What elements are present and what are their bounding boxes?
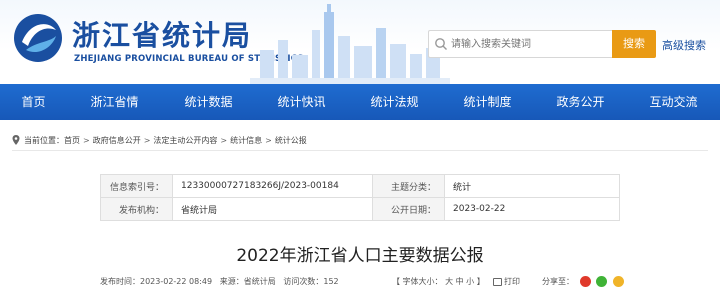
breadcrumb-divider <box>12 150 708 151</box>
breadcrumb-separator: > <box>265 135 272 145</box>
breadcrumb-item-stat-info[interactable]: 统计信息 <box>230 135 262 146</box>
nav-item-statistics-news[interactable]: 统计快讯 <box>255 84 348 120</box>
breadcrumb-separator: > <box>220 135 228 145</box>
search-button[interactable]: 搜索 <box>612 30 656 58</box>
breadcrumb-item-gov-info[interactable]: 政府信息公开 <box>93 135 141 146</box>
search-icon <box>435 38 447 50</box>
breadcrumb-item-statutory[interactable]: 法定主动公开内容 <box>153 135 217 146</box>
nav-item-statistics-system[interactable]: 统计制度 <box>441 84 534 120</box>
search-bar: 搜索 <box>428 30 656 58</box>
wechat-share-icon[interactable] <box>596 276 608 287</box>
skyline-banner <box>250 4 450 84</box>
bureau-logo-icon[interactable] <box>12 12 64 64</box>
view-count: 访问次数：152 <box>283 277 339 286</box>
advanced-search-link[interactable]: 高级搜索 <box>662 37 706 53</box>
search-box <box>428 30 613 58</box>
nav-item-home[interactable]: 首页 <box>0 84 67 120</box>
printer-icon <box>493 277 502 286</box>
weibo-share-icon[interactable] <box>579 276 591 287</box>
article-title: 2022年浙江省人口主要数据公报 <box>236 246 484 266</box>
location-pin-icon <box>12 135 20 145</box>
font-size-control[interactable]: 【 字体大小： 大 中 小 】 <box>392 276 485 287</box>
breadcrumb-separator: > <box>143 135 151 145</box>
index-number-value: 12330000727183266J/2023-00184 <box>172 174 373 198</box>
breadcrumb-prefix: 当前位置： <box>24 135 64 145</box>
share-bar: 分享至： <box>542 276 624 287</box>
publish-time: 发布时间：2023-02-22 08:49 <box>100 277 213 286</box>
qzone-share-icon[interactable] <box>612 276 624 287</box>
article-source: 来源：省统计局 <box>219 277 276 286</box>
nav-item-statistics-law[interactable]: 统计法规 <box>348 84 441 120</box>
breadcrumb-separator: > <box>83 135 90 145</box>
article-info-bar: 发布时间：2023-02-22 08:49 来源：省统计局 访问次数：152 【… <box>100 276 624 290</box>
breadcrumb: 当前位置： 首页 > 政府信息公开 > 法定主动公开内容 > 统计信息 > 统计… <box>0 120 720 150</box>
site-header: 浙江省统计局 ZHEJIANG PROVINCIAL BUREAU OF STA… <box>0 0 720 84</box>
category-value: 统计 <box>444 174 620 198</box>
category-label: 主题分类： <box>372 174 445 198</box>
share-label: 分享至： <box>542 277 574 286</box>
site-title[interactable]: 浙江省统计局 <box>72 14 252 54</box>
main-nav: 首页 浙江省情 统计数据 统计快讯 统计法规 统计制度 政务公开 互动交流 <box>0 84 720 120</box>
nav-item-gov-affairs[interactable]: 政务公开 <box>534 84 627 120</box>
nav-item-interaction[interactable]: 互动交流 <box>627 84 720 120</box>
breadcrumb-item-bulletin[interactable]: 统计公报 <box>275 135 307 146</box>
publish-date-label: 公开日期： <box>372 197 445 221</box>
search-input[interactable] <box>451 35 609 53</box>
nav-item-statistics-data[interactable]: 统计数据 <box>162 84 255 120</box>
publisher-value: 省统计局 <box>172 197 373 221</box>
nav-item-province-info[interactable]: 浙江省情 <box>67 84 162 120</box>
publish-date-value: 2023-02-22 <box>444 197 620 221</box>
index-number-label: 信息索引号： <box>100 174 173 198</box>
info-metadata-table: 信息索引号： 12330000727183266J/2023-00184 主题分… <box>100 174 620 221</box>
print-button[interactable]: 打印 <box>493 276 520 287</box>
breadcrumb-item-home[interactable]: 首页 <box>64 135 80 146</box>
print-label: 打印 <box>504 277 520 286</box>
publisher-label: 发布机构： <box>100 197 173 221</box>
